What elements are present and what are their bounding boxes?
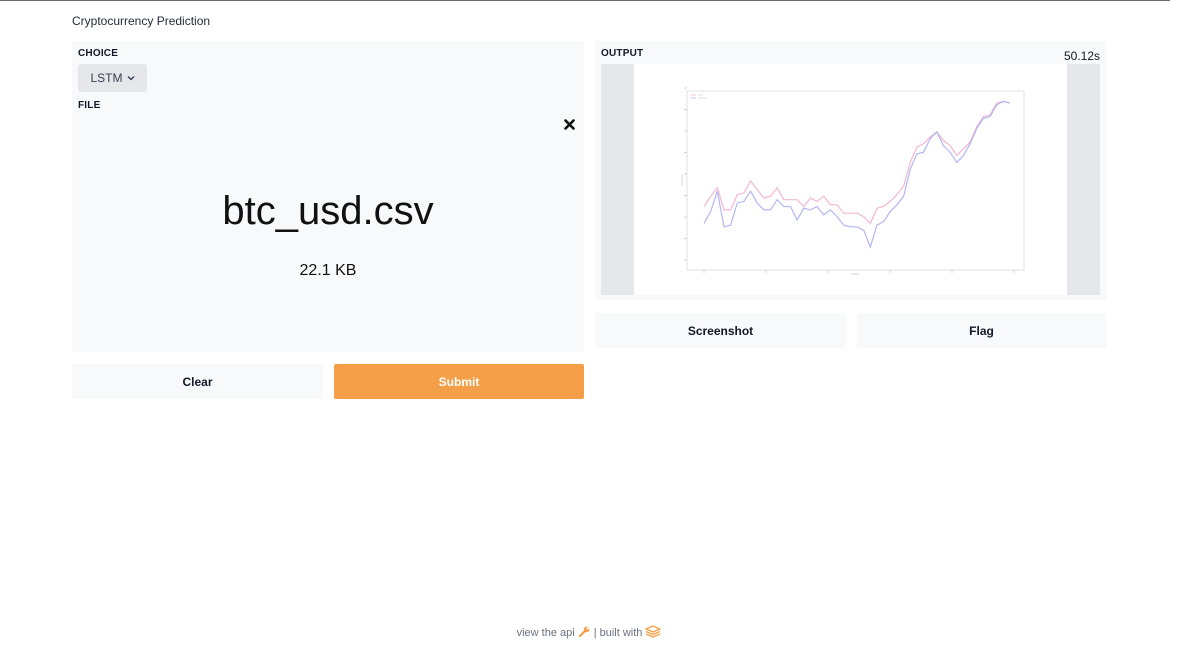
top-divider bbox=[0, 0, 1170, 1]
output-image-frame bbox=[601, 64, 1100, 295]
view-api-link[interactable]: view the api bbox=[517, 627, 575, 639]
flag-button[interactable]: Flag bbox=[857, 313, 1106, 348]
file-label: FILE bbox=[78, 100, 101, 111]
clear-button[interactable]: Clear bbox=[72, 364, 323, 399]
gradio-logo-icon[interactable] bbox=[644, 625, 663, 641]
wrench-icon bbox=[578, 625, 591, 641]
footer: view the api | built with bbox=[0, 625, 1178, 641]
elapsed-time: 50.12s bbox=[1063, 49, 1100, 63]
series-line-1 bbox=[703, 100, 1011, 225]
page-title: Cryptocurrency Prediction bbox=[72, 14, 211, 28]
app-window: Cryptocurrency Prediction CHOICE LSTM FI… bbox=[0, 0, 1178, 652]
dropdown-value: LSTM bbox=[90, 71, 123, 85]
uploaded-file-size: 22.1 KB bbox=[299, 262, 357, 279]
submit-button[interactable]: Submit bbox=[334, 364, 584, 399]
chart-legend bbox=[691, 94, 707, 99]
screenshot-button[interactable]: Screenshot bbox=[595, 313, 846, 348]
close-icon[interactable] bbox=[562, 117, 576, 131]
output-label: OUTPUT bbox=[601, 48, 644, 59]
x-axis-ticks bbox=[703, 270, 1015, 273]
chevron-down-icon bbox=[127, 75, 135, 81]
y-axis-ticks bbox=[684, 87, 687, 261]
output-panel: OUTPUT 50.12s bbox=[595, 41, 1106, 300]
prediction-chart bbox=[681, 87, 1025, 275]
input-panel: CHOICE LSTM FILE btc_usd.csv 22.1 KB bbox=[72, 41, 584, 352]
chart-series bbox=[703, 100, 1011, 249]
series-line-2 bbox=[703, 100, 1011, 249]
prediction-chart-image bbox=[634, 64, 1067, 295]
uploaded-file-name: btc_usd.csv bbox=[222, 189, 434, 233]
choice-label: CHOICE bbox=[78, 48, 119, 59]
model-dropdown[interactable]: LSTM bbox=[78, 64, 147, 92]
plot-frame bbox=[686, 90, 1025, 271]
built-with-text: | built with bbox=[593, 627, 643, 639]
